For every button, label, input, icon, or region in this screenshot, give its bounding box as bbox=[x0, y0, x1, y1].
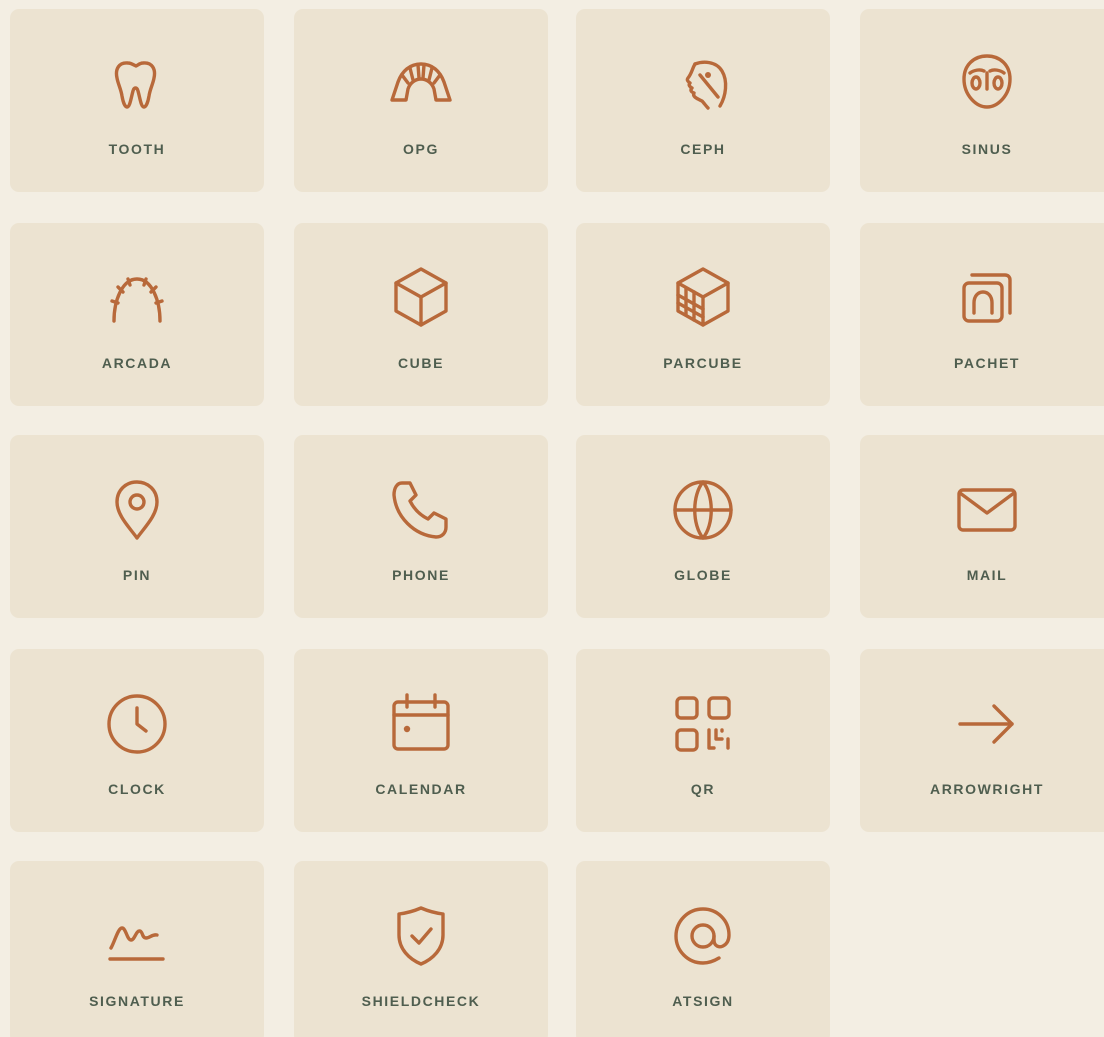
calendar-icon bbox=[388, 691, 454, 757]
icon-card-calendar[interactable]: CALENDAR bbox=[294, 649, 548, 832]
icon-label: SHIELDCHECK bbox=[361, 993, 481, 1009]
icon-card-shieldcheck[interactable]: SHIELDCHECK bbox=[294, 861, 548, 1037]
tooth-icon bbox=[104, 51, 170, 117]
icon-label: OPG bbox=[403, 141, 439, 157]
icon-card-parcube[interactable]: PARCUBE bbox=[576, 223, 830, 406]
icon-card-signature[interactable]: SIGNATURE bbox=[10, 861, 264, 1037]
arrow-right-icon bbox=[954, 691, 1020, 757]
icon-card-phone[interactable]: PHONE bbox=[294, 435, 548, 618]
icon-card-qr[interactable]: QR bbox=[576, 649, 830, 832]
pin-icon bbox=[104, 477, 170, 543]
icon-card-pin[interactable]: PIN bbox=[10, 435, 264, 618]
icon-card-opg[interactable]: OPG bbox=[294, 9, 548, 192]
arcada-icon bbox=[104, 265, 170, 331]
icon-label: SINUS bbox=[961, 141, 1013, 157]
icon-label: ARCADA bbox=[101, 355, 173, 371]
globe-icon bbox=[670, 477, 736, 543]
icon-card-globe[interactable]: GLOBE bbox=[576, 435, 830, 618]
icon-label: PARCUBE bbox=[663, 355, 743, 371]
icon-label: ARROWRIGHT bbox=[930, 781, 1044, 797]
phone-icon bbox=[388, 477, 454, 543]
ceph-icon bbox=[670, 51, 736, 117]
shield-check-icon bbox=[388, 903, 454, 969]
icon-card-cube[interactable]: CUBE bbox=[294, 223, 548, 406]
icon-label: PACHET bbox=[953, 355, 1021, 371]
icon-label: CEPH bbox=[680, 141, 726, 157]
mail-icon bbox=[954, 477, 1020, 543]
icon-label: QR bbox=[690, 781, 716, 797]
icon-card-tooth[interactable]: TOOTH bbox=[10, 9, 264, 192]
icon-card-pachet[interactable]: PACHET bbox=[860, 223, 1104, 406]
parcube-icon bbox=[670, 265, 736, 331]
icon-label: PIN bbox=[122, 567, 152, 583]
icon-label: CALENDAR bbox=[375, 781, 467, 797]
icon-card-arcada[interactable]: ARCADA bbox=[10, 223, 264, 406]
cube-icon bbox=[388, 265, 454, 331]
sinus-icon bbox=[954, 51, 1020, 117]
clock-icon bbox=[104, 691, 170, 757]
at-sign-icon bbox=[670, 903, 736, 969]
icon-card-ceph[interactable]: CEPH bbox=[576, 9, 830, 192]
icon-card-clock[interactable]: CLOCK bbox=[10, 649, 264, 832]
icon-label: CUBE bbox=[397, 355, 445, 371]
icon-card-sinus[interactable]: SINUS bbox=[860, 9, 1104, 192]
icon-grid: TOOTH OPG CEPH SINUS ARCADA CUBE PARCUBE… bbox=[0, 0, 1104, 1037]
icon-label: GLOBE bbox=[674, 567, 732, 583]
qr-icon bbox=[670, 691, 736, 757]
pachet-icon bbox=[954, 265, 1020, 331]
icon-label: SIGNATURE bbox=[89, 993, 185, 1009]
icon-card-atsign[interactable]: ATSIGN bbox=[576, 861, 830, 1037]
icon-label: PHONE bbox=[392, 567, 450, 583]
icon-card-mail[interactable]: MAIL bbox=[860, 435, 1104, 618]
icon-label: CLOCK bbox=[108, 781, 166, 797]
signature-icon bbox=[104, 903, 170, 969]
icon-label: MAIL bbox=[966, 567, 1008, 583]
icon-label: ATSIGN bbox=[672, 993, 734, 1009]
opg-icon bbox=[388, 51, 454, 117]
icon-card-arrowright[interactable]: ARROWRIGHT bbox=[860, 649, 1104, 832]
icon-label: TOOTH bbox=[108, 141, 166, 157]
